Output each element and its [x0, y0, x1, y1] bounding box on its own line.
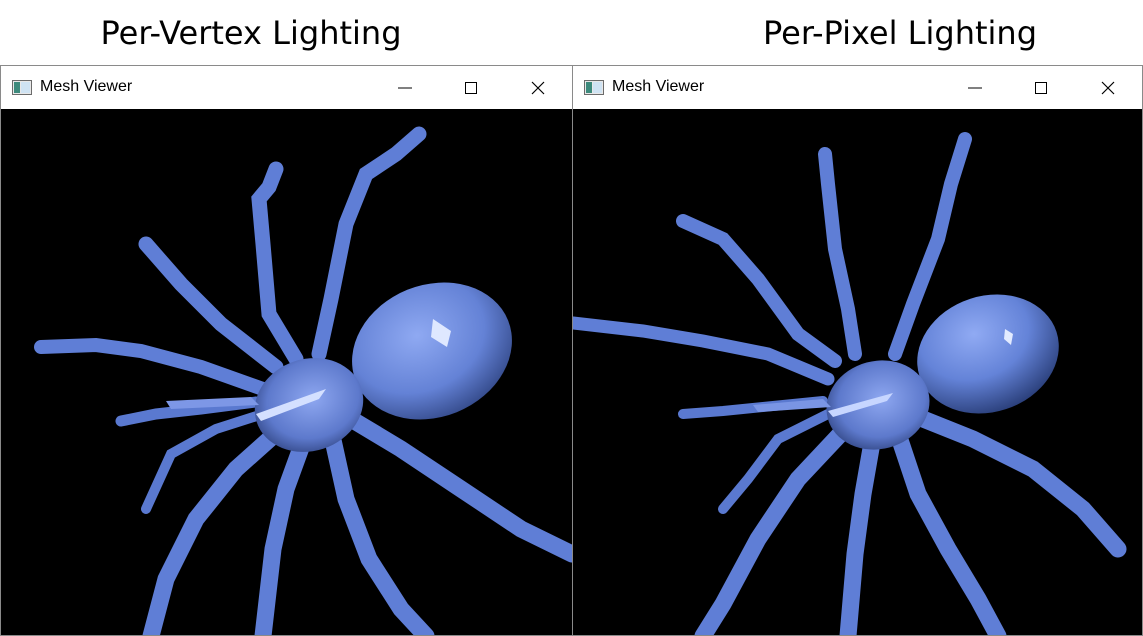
- maximize-icon: [1035, 81, 1047, 94]
- minimize-button[interactable]: [952, 66, 998, 109]
- minimize-button[interactable]: [382, 66, 428, 109]
- maximize-button[interactable]: [448, 66, 494, 109]
- close-button[interactable]: [1085, 66, 1131, 109]
- app-window-icon: [12, 80, 32, 95]
- title-bar[interactable]: Mesh Viewer: [1, 66, 572, 109]
- close-button[interactable]: [515, 66, 561, 109]
- render-viewport[interactable]: [1, 109, 572, 635]
- mesh-viewer-window-left[interactable]: Mesh Viewer: [0, 65, 573, 636]
- app-window-icon: [584, 80, 604, 95]
- mesh-viewer-window-right[interactable]: Mesh Viewer: [572, 65, 1143, 636]
- maximize-button[interactable]: [1018, 66, 1064, 109]
- title-bar[interactable]: Mesh Viewer: [573, 66, 1142, 109]
- spider-mesh-render: [34, 126, 572, 635]
- close-icon: [1101, 81, 1115, 94]
- minimize-icon: [398, 87, 412, 88]
- render-viewport[interactable]: [573, 109, 1142, 635]
- spider-mesh-render: [573, 132, 1127, 635]
- caption-per-vertex: Per-Vertex Lighting: [100, 14, 402, 52]
- close-icon: [531, 81, 545, 94]
- minimize-icon: [968, 87, 982, 88]
- window-title: Mesh Viewer: [40, 78, 133, 95]
- maximize-icon: [465, 81, 477, 94]
- window-title: Mesh Viewer: [612, 78, 705, 95]
- caption-per-pixel: Per-Pixel Lighting: [762, 14, 1038, 52]
